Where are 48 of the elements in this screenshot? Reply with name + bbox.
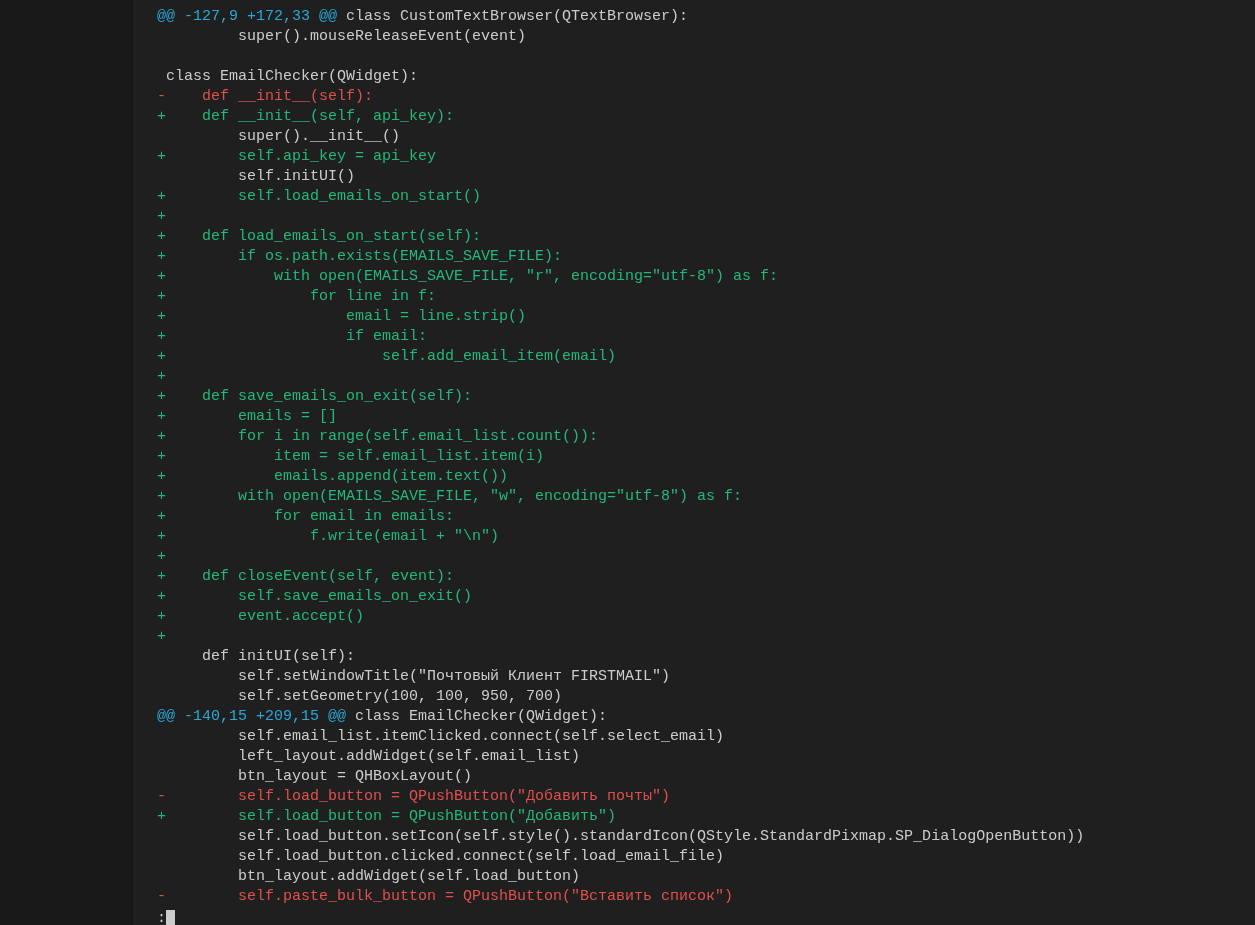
added-line: + if os.path.exists(EMAILS_SAVE_FILE): xyxy=(157,248,563,265)
added-line: + def load_emails_on_start(self): xyxy=(157,228,482,245)
added-line: + self.api_key = api_key xyxy=(157,148,437,165)
added-line: + item = self.email_list.item(i) xyxy=(157,448,545,465)
code-line: self.load_button.setIcon(self.style().standardIcon(QStyle.StandardPixmap.SP_DialogOpenButton)) xyxy=(237,828,1085,845)
added-line: + if email: xyxy=(157,328,428,345)
code-line: def initUI(self): xyxy=(201,648,356,665)
added-line: + xyxy=(157,548,166,565)
code-line: btn_layout = QHBoxLayout() xyxy=(237,768,473,785)
code-line: btn_layout.addWidget(self.load_button) xyxy=(237,868,581,885)
code-line: self.load_button.clicked.connect(self.load_email_file) xyxy=(237,848,725,865)
code-line: left_layout.addWidget(self.email_list) xyxy=(237,748,581,765)
added-line: + def __init__(self, api_key): xyxy=(157,108,455,125)
text-cursor xyxy=(166,909,175,925)
added-line: + xyxy=(157,368,166,385)
removed-line: - def __init__(self): xyxy=(157,88,374,105)
hunk-range: @@ -140,15 +209,15 @@ xyxy=(157,708,347,725)
added-line: + def closeEvent(self, event): xyxy=(157,568,455,585)
added-line: + xyxy=(157,628,166,645)
added-line: + for i in range(self.email_list.count()): xyxy=(157,428,599,445)
removed-line: - self.load_button = QPushButton("Добавить почты") xyxy=(157,788,671,805)
removed-line: - self.paste_bulk_button = QPushButton("Вставить список") xyxy=(157,888,734,905)
added-line: + event.accept() xyxy=(157,608,365,625)
code-line: super().mouseReleaseEvent(event) xyxy=(237,28,527,45)
pager-prompt: : xyxy=(157,909,166,925)
added-line: + emails.append(item.text()) xyxy=(157,468,509,485)
code-line: self.email_list.itemClicked.connect(self.select_email) xyxy=(237,728,725,745)
code-line: super().__init__() xyxy=(237,128,401,145)
hunk-context: class CustomTextBrowser(QTextBrowser): xyxy=(345,8,689,25)
added-line: + with open(EMAILS_SAVE_FILE, "r", encoding="utf-8") as f: xyxy=(157,268,779,285)
added-line: + for line in f: xyxy=(157,288,437,305)
added-line: + self.load_emails_on_start() xyxy=(157,188,482,205)
added-line: + self.load_button = QPushButton("Добавить") xyxy=(157,808,617,825)
added-line: + self.add_email_item(email) xyxy=(157,348,617,365)
added-line: + email = line.strip() xyxy=(157,308,527,325)
added-line: + self.save_emails_on_exit() xyxy=(157,588,473,605)
hunk-context: class EmailChecker(QWidget): xyxy=(354,708,608,725)
added-line: + with open(EMAILS_SAVE_FILE, "w", encoding="utf-8") as f: xyxy=(157,488,743,505)
code-line: self.initUI() xyxy=(237,168,356,185)
added-line: + xyxy=(157,208,166,225)
added-line: + def save_emails_on_exit(self): xyxy=(157,388,473,405)
code-line: class EmailChecker(QWidget): xyxy=(165,68,419,85)
code-line: self.setGeometry(100, 100, 950, 700) xyxy=(237,688,563,705)
code-line: self.setWindowTitle("Почтовый Клиент FIRSTMAIL") xyxy=(237,668,671,685)
hunk-range: @@ -127,9 +172,33 @@ xyxy=(157,8,338,25)
added-line: + f.write(email + "\n") xyxy=(157,528,500,545)
added-line: + for email in emails: xyxy=(157,508,455,525)
added-line: + emails = [] xyxy=(157,408,338,425)
